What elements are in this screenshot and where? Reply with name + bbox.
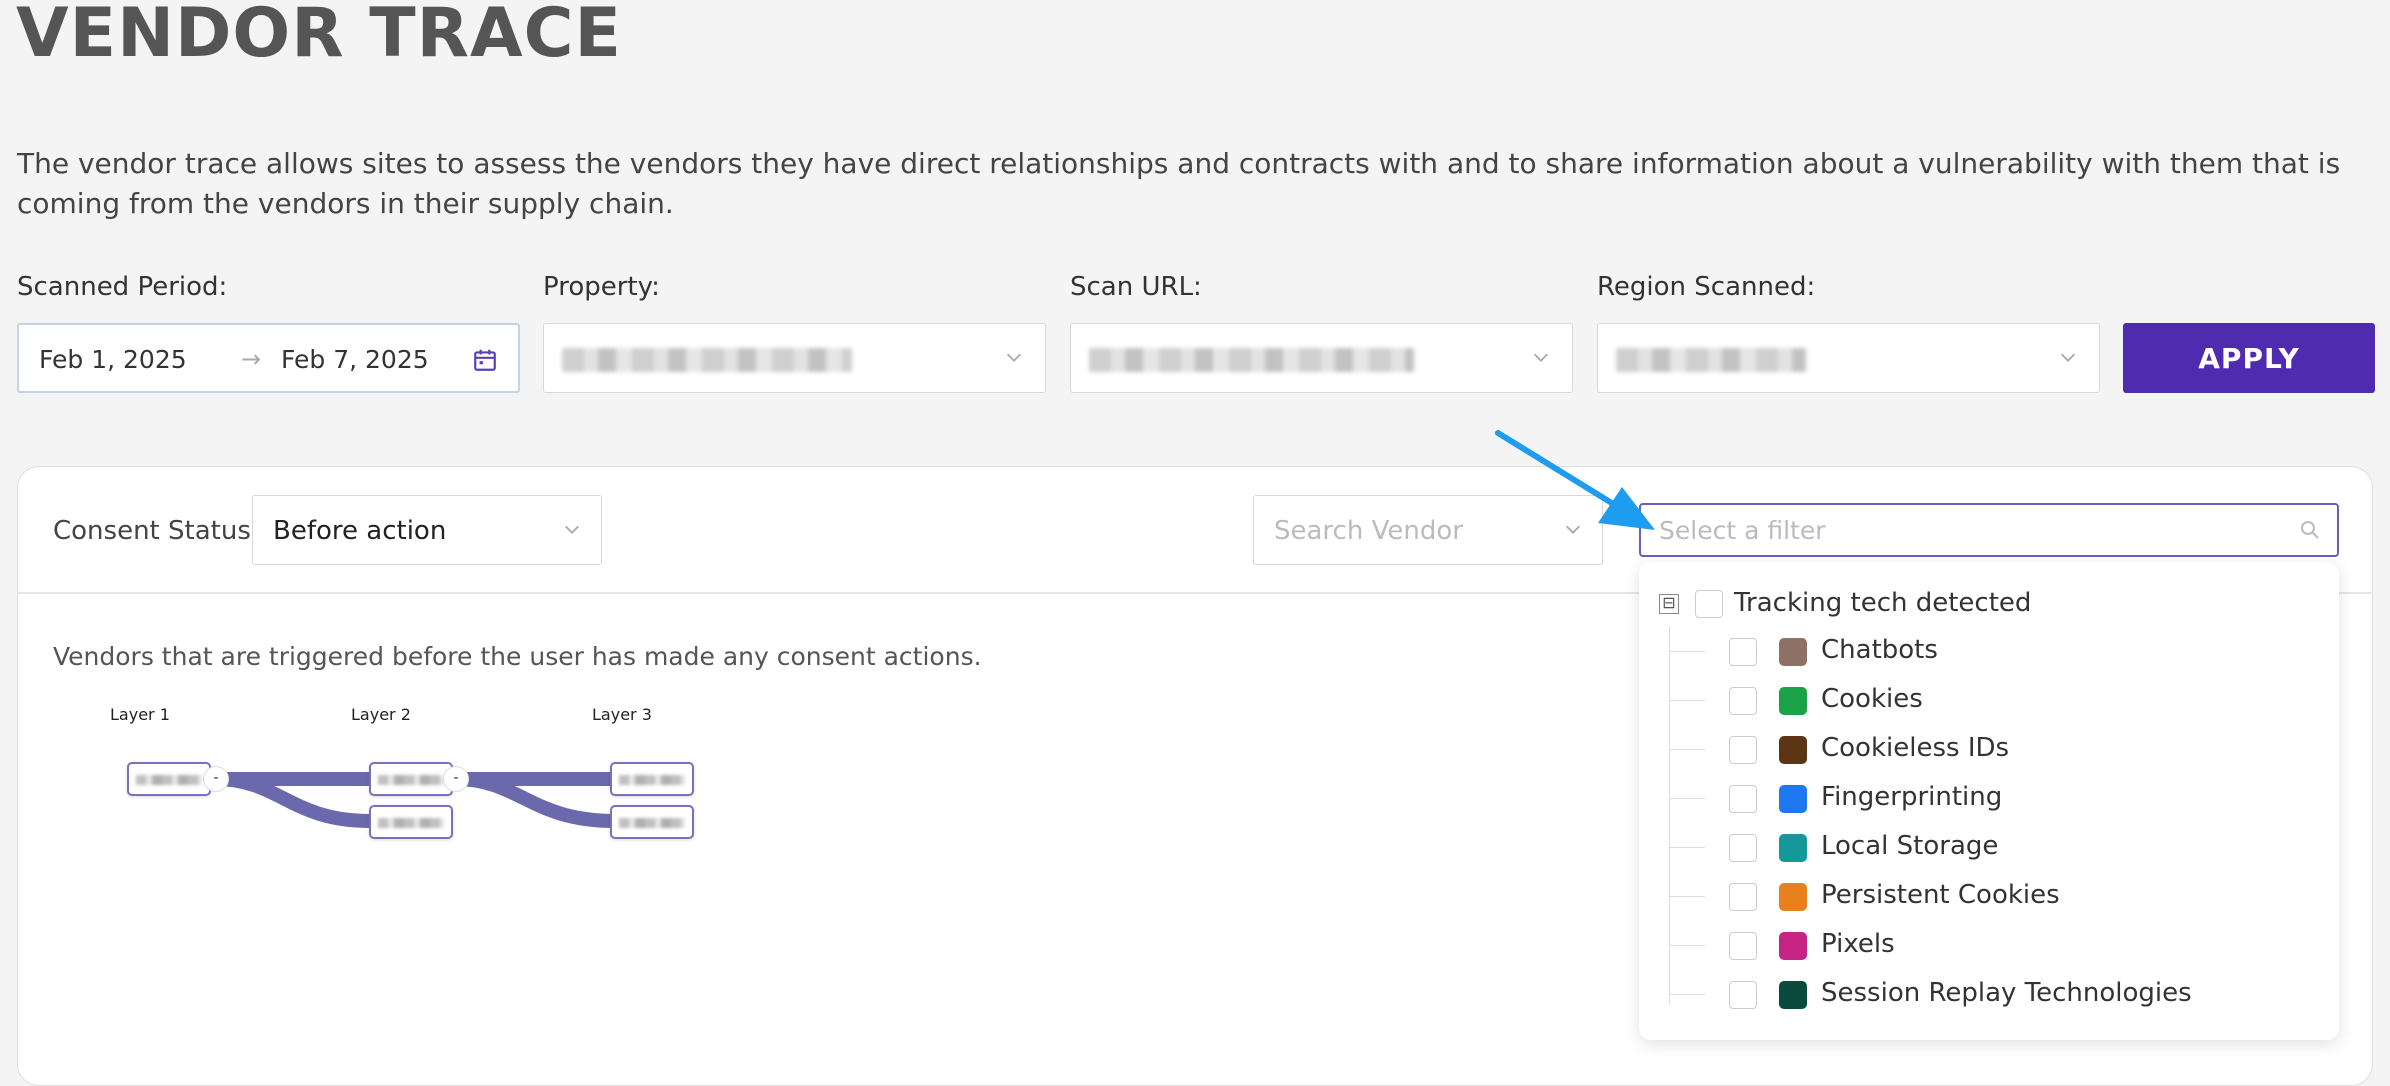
- filter-item-persistent-cookies[interactable]: Persistent Cookies: [1639, 877, 2339, 917]
- chevron-down-icon: [2060, 353, 2076, 362]
- vendors-description: Vendors that are triggered before the us…: [53, 642, 982, 671]
- filter-item-cookieless-ids[interactable]: Cookieless IDs: [1639, 730, 2339, 770]
- filter-item-cookies[interactable]: Cookies: [1639, 681, 2339, 721]
- color-swatch: [1779, 883, 1807, 911]
- consent-status-value: Before action: [273, 516, 447, 546]
- color-swatch: [1779, 932, 1807, 960]
- filter-item-fingerprinting[interactable]: Fingerprinting: [1639, 779, 2339, 819]
- filter-item-label: Session Replay Technologies: [1821, 978, 2192, 1008]
- color-swatch: [1779, 981, 1807, 1009]
- scan-url-label: Scan URL:: [1070, 272, 1202, 302]
- date-range-picker[interactable]: Feb 1, 2025 → Feb 7, 2025: [17, 323, 520, 393]
- collapse-button[interactable]: -: [203, 766, 229, 792]
- checkbox[interactable]: [1729, 883, 1757, 911]
- checkbox[interactable]: [1729, 932, 1757, 960]
- layer-label-2: Layer 2: [351, 705, 411, 724]
- checkbox[interactable]: [1729, 785, 1757, 813]
- property-label: Property:: [543, 272, 660, 302]
- page-title: VENDOR TRACE: [16, 0, 623, 73]
- vendor-node[interactable]: [369, 805, 453, 839]
- consent-status-label: Consent Status:: [53, 516, 260, 546]
- arrow-right-icon: →: [241, 345, 262, 373]
- property-value-redacted: [562, 348, 852, 372]
- annotation-arrow-icon: [1495, 430, 1655, 530]
- start-date[interactable]: Feb 1, 2025: [39, 345, 187, 374]
- region-value-redacted: [1616, 348, 1806, 372]
- vendor-node[interactable]: [369, 762, 453, 796]
- color-swatch: [1779, 736, 1807, 764]
- end-date[interactable]: Feb 7, 2025: [281, 345, 429, 374]
- search-vendor-placeholder: Search Vendor: [1274, 516, 1463, 546]
- filter-item-label: Cookieless IDs: [1821, 733, 2010, 763]
- checkbox[interactable]: [1729, 638, 1757, 666]
- filter-item-session-replay[interactable]: Session Replay Technologies: [1639, 975, 2339, 1015]
- region-select[interactable]: [1597, 323, 2100, 393]
- collapse-button[interactable]: -: [443, 766, 469, 792]
- vendor-node[interactable]: [610, 805, 694, 839]
- region-scanned-label: Region Scanned:: [1597, 272, 1816, 302]
- filter-item-label: Persistent Cookies: [1821, 880, 2060, 910]
- filter-item-label: Pixels: [1821, 929, 1895, 959]
- property-select[interactable]: [543, 323, 1046, 393]
- color-swatch: [1779, 687, 1807, 715]
- layer-label-3: Layer 3: [592, 705, 652, 724]
- color-swatch: [1779, 638, 1807, 666]
- scan-url-value-redacted: [1089, 348, 1414, 372]
- checkbox[interactable]: [1729, 736, 1757, 764]
- filter-item-pixels[interactable]: Pixels: [1639, 926, 2339, 966]
- apply-button[interactable]: APPLY: [2123, 323, 2375, 393]
- scan-url-select[interactable]: [1070, 323, 1573, 393]
- tracking-tech-label: Tracking tech detected: [1734, 588, 2032, 618]
- filter-item-chatbots[interactable]: Chatbots: [1639, 632, 2339, 672]
- filter-item-label: Local Storage: [1821, 831, 1999, 861]
- filter-item-label: Chatbots: [1821, 635, 1938, 665]
- chevron-down-icon: [1533, 353, 1549, 362]
- chevron-down-icon: [1006, 353, 1022, 362]
- checkbox[interactable]: [1729, 834, 1757, 862]
- page-description: The vendor trace allows sites to assess …: [17, 147, 2341, 220]
- color-swatch: [1779, 834, 1807, 862]
- filter-item-label: Fingerprinting: [1821, 782, 2003, 812]
- search-icon: [2301, 521, 2319, 539]
- checkbox-tracking-tech[interactable]: [1695, 590, 1723, 618]
- vendor-node[interactable]: [127, 762, 211, 796]
- filter-dropdown: ⊟ Tracking tech detected Chatbots Cookie…: [1639, 562, 2339, 1040]
- layer-label-1: Layer 1: [110, 705, 170, 724]
- filter-search-input[interactable]: [1639, 503, 2339, 557]
- consent-status-select[interactable]: Before action: [252, 495, 602, 565]
- chevron-down-icon: [564, 525, 580, 534]
- vendor-node[interactable]: [610, 762, 694, 796]
- collapse-tree-icon[interactable]: ⊟: [1659, 594, 1679, 614]
- color-swatch: [1779, 785, 1807, 813]
- calendar-icon[interactable]: [472, 347, 498, 373]
- filter-item-local-storage[interactable]: Local Storage: [1639, 828, 2339, 868]
- checkbox[interactable]: [1729, 981, 1757, 1009]
- checkbox[interactable]: [1729, 687, 1757, 715]
- scanned-period-label: Scanned Period:: [17, 272, 228, 302]
- filter-item-label: Cookies: [1821, 684, 1923, 714]
